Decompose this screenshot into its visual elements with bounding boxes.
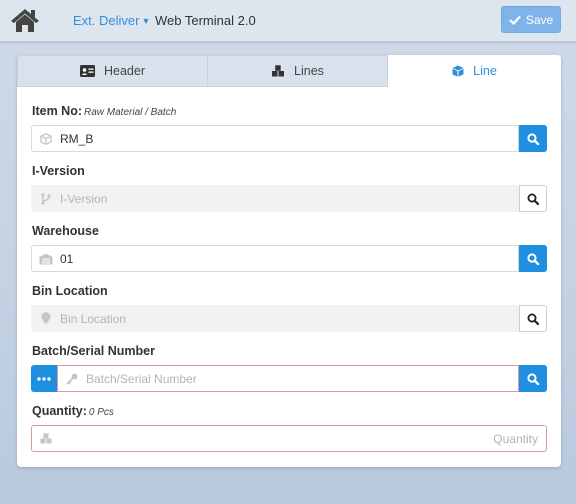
batch-serial-label: Batch/Serial Number <box>32 344 155 358</box>
module-dropdown[interactable]: Ext. Deliver ▼ <box>73 13 150 28</box>
item-no-label: Item No: Raw Material / Batch <box>32 104 176 118</box>
quantity-placeholder: Quantity <box>493 431 538 446</box>
save-button-label: Save <box>525 12 554 27</box>
bin-location-input[interactable]: Bin Location <box>31 305 519 332</box>
iversion-input[interactable]: I-Version <box>31 185 519 212</box>
cube-icon <box>32 132 60 145</box>
item-no-search-button[interactable] <box>519 125 547 152</box>
line-card: Header Lines Line Item No: Raw Material /… <box>17 55 561 467</box>
bin-location-placeholder: Bin Location <box>60 311 127 326</box>
item-no-label-text: Item No: <box>32 104 82 118</box>
iversion-search-button[interactable] <box>519 185 547 212</box>
warehouse-input[interactable]: 01 <box>31 245 519 272</box>
tab-bar: Header Lines Line <box>17 55 561 87</box>
search-icon <box>527 132 539 145</box>
search-icon <box>527 252 539 265</box>
cubes-icon <box>32 433 60 444</box>
quantity-label-text: Quantity: <box>32 404 87 418</box>
module-dropdown-label: Ext. Deliver <box>73 13 140 28</box>
search-icon <box>527 193 539 205</box>
home-button[interactable] <box>10 7 40 33</box>
warehouse-search-button[interactable] <box>519 245 547 272</box>
save-button[interactable]: Save <box>501 6 561 33</box>
app-title: Web Terminal 2.0 <box>155 13 256 28</box>
quantity-input[interactable]: Quantity <box>31 425 547 452</box>
quantity-hint: 0 Pcs <box>88 407 114 418</box>
cube-icon <box>452 65 464 77</box>
bin-location-label: Bin Location <box>32 284 108 298</box>
batch-serial-input[interactable]: Batch/Serial Number <box>57 365 519 392</box>
iversion-label: I-Version <box>32 164 85 178</box>
cubes-icon <box>272 65 285 77</box>
item-no-hint: Raw Material / Batch <box>84 107 177 118</box>
item-no-value: RM_B <box>60 131 94 146</box>
top-bar: Ext. Deliver ▼ Web Terminal 2.0 Save <box>0 0 576 42</box>
warehouse-icon <box>32 253 60 265</box>
batch-serial-options-button[interactable] <box>31 365 57 392</box>
ellipsis-icon <box>37 376 51 381</box>
iversion-placeholder: I-Version <box>60 191 108 206</box>
quantity-label: Quantity: 0 Pcs <box>32 404 114 418</box>
bin-location-search-button[interactable] <box>519 305 547 332</box>
warehouse-label: Warehouse <box>32 224 99 238</box>
check-icon <box>509 15 521 25</box>
search-icon <box>527 372 539 385</box>
tab-line[interactable]: Line <box>388 55 561 87</box>
tab-header-label: Header <box>104 64 145 78</box>
tab-header[interactable]: Header <box>17 55 208 87</box>
tab-lines-label: Lines <box>294 64 324 78</box>
tab-line-label: Line <box>473 64 497 78</box>
item-no-input[interactable]: RM_B <box>31 125 519 152</box>
warehouse-value: 01 <box>60 251 74 266</box>
key-icon <box>58 373 86 385</box>
batch-serial-search-button[interactable] <box>519 365 547 392</box>
id-card-icon <box>80 65 95 77</box>
code-branch-icon <box>32 192 60 205</box>
batch-serial-placeholder: Batch/Serial Number <box>86 371 197 386</box>
home-icon <box>11 9 39 32</box>
map-marker-icon <box>32 312 60 325</box>
tab-lines[interactable]: Lines <box>208 55 388 87</box>
search-icon <box>527 313 539 325</box>
chevron-down-icon: ▼ <box>141 16 151 26</box>
